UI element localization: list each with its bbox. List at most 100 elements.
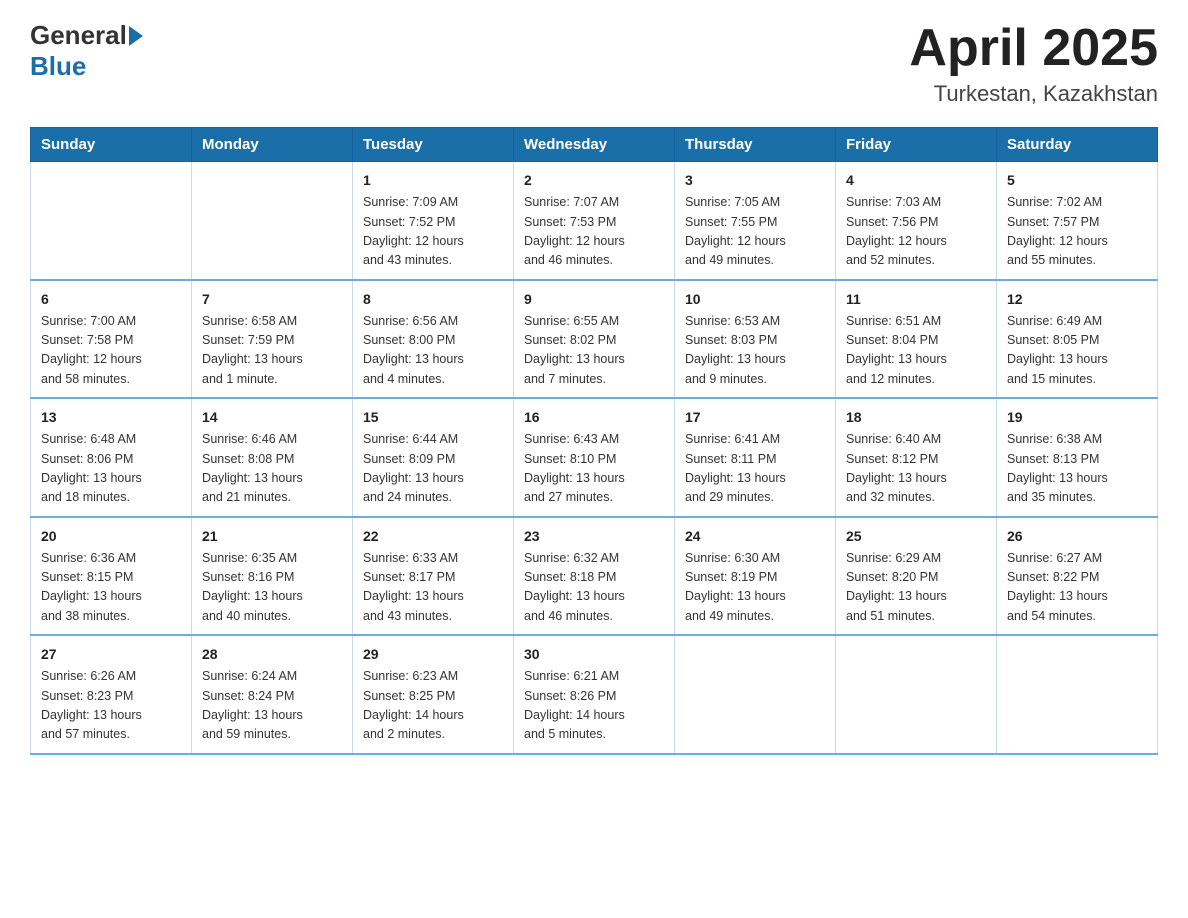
table-row: 27Sunrise: 6:26 AM Sunset: 8:23 PM Dayli… — [31, 635, 192, 754]
table-row: 19Sunrise: 6:38 AM Sunset: 8:13 PM Dayli… — [997, 398, 1158, 517]
logo: General Blue — [30, 20, 145, 82]
table-row: 18Sunrise: 6:40 AM Sunset: 8:12 PM Dayli… — [836, 398, 997, 517]
day-info: Sunrise: 6:26 AM Sunset: 8:23 PM Dayligh… — [41, 667, 181, 745]
day-info: Sunrise: 6:41 AM Sunset: 8:11 PM Dayligh… — [685, 430, 825, 508]
table-row: 15Sunrise: 6:44 AM Sunset: 8:09 PM Dayli… — [353, 398, 514, 517]
day-info: Sunrise: 7:09 AM Sunset: 7:52 PM Dayligh… — [363, 193, 503, 271]
table-row — [997, 635, 1158, 754]
day-info: Sunrise: 6:40 AM Sunset: 8:12 PM Dayligh… — [846, 430, 986, 508]
day-number: 16 — [524, 407, 664, 428]
table-row: 10Sunrise: 6:53 AM Sunset: 8:03 PM Dayli… — [675, 280, 836, 399]
day-info: Sunrise: 6:30 AM Sunset: 8:19 PM Dayligh… — [685, 549, 825, 627]
logo-blue-text: Blue — [30, 51, 86, 81]
day-number: 14 — [202, 407, 342, 428]
calendar-week-row: 6Sunrise: 7:00 AM Sunset: 7:58 PM Daylig… — [31, 280, 1158, 399]
col-monday: Monday — [192, 128, 353, 162]
day-info: Sunrise: 7:07 AM Sunset: 7:53 PM Dayligh… — [524, 193, 664, 271]
table-row: 3Sunrise: 7:05 AM Sunset: 7:55 PM Daylig… — [675, 162, 836, 280]
day-number: 28 — [202, 644, 342, 665]
day-info: Sunrise: 6:43 AM Sunset: 8:10 PM Dayligh… — [524, 430, 664, 508]
day-info: Sunrise: 6:53 AM Sunset: 8:03 PM Dayligh… — [685, 312, 825, 390]
weekday-header-row: Sunday Monday Tuesday Wednesday Thursday… — [31, 128, 1158, 162]
table-row: 12Sunrise: 6:49 AM Sunset: 8:05 PM Dayli… — [997, 280, 1158, 399]
day-number: 27 — [41, 644, 181, 665]
table-row: 23Sunrise: 6:32 AM Sunset: 8:18 PM Dayli… — [514, 517, 675, 636]
day-number: 24 — [685, 526, 825, 547]
day-info: Sunrise: 6:58 AM Sunset: 7:59 PM Dayligh… — [202, 312, 342, 390]
calendar-week-row: 20Sunrise: 6:36 AM Sunset: 8:15 PM Dayli… — [31, 517, 1158, 636]
day-number: 17 — [685, 407, 825, 428]
day-number: 26 — [1007, 526, 1147, 547]
day-info: Sunrise: 6:29 AM Sunset: 8:20 PM Dayligh… — [846, 549, 986, 627]
day-info: Sunrise: 6:24 AM Sunset: 8:24 PM Dayligh… — [202, 667, 342, 745]
day-number: 4 — [846, 170, 986, 191]
day-info: Sunrise: 6:55 AM Sunset: 8:02 PM Dayligh… — [524, 312, 664, 390]
day-number: 20 — [41, 526, 181, 547]
day-info: Sunrise: 6:44 AM Sunset: 8:09 PM Dayligh… — [363, 430, 503, 508]
table-row: 8Sunrise: 6:56 AM Sunset: 8:00 PM Daylig… — [353, 280, 514, 399]
table-row: 28Sunrise: 6:24 AM Sunset: 8:24 PM Dayli… — [192, 635, 353, 754]
table-row: 25Sunrise: 6:29 AM Sunset: 8:20 PM Dayli… — [836, 517, 997, 636]
day-number: 23 — [524, 526, 664, 547]
day-info: Sunrise: 6:48 AM Sunset: 8:06 PM Dayligh… — [41, 430, 181, 508]
day-info: Sunrise: 6:35 AM Sunset: 8:16 PM Dayligh… — [202, 549, 342, 627]
table-row: 5Sunrise: 7:02 AM Sunset: 7:57 PM Daylig… — [997, 162, 1158, 280]
day-number: 19 — [1007, 407, 1147, 428]
table-row: 29Sunrise: 6:23 AM Sunset: 8:25 PM Dayli… — [353, 635, 514, 754]
col-wednesday: Wednesday — [514, 128, 675, 162]
day-info: Sunrise: 7:03 AM Sunset: 7:56 PM Dayligh… — [846, 193, 986, 271]
day-info: Sunrise: 6:49 AM Sunset: 8:05 PM Dayligh… — [1007, 312, 1147, 390]
day-info: Sunrise: 6:36 AM Sunset: 8:15 PM Dayligh… — [41, 549, 181, 627]
day-info: Sunrise: 6:23 AM Sunset: 8:25 PM Dayligh… — [363, 667, 503, 745]
day-number: 13 — [41, 407, 181, 428]
table-row — [192, 162, 353, 280]
day-number: 25 — [846, 526, 986, 547]
page-header: General Blue April 2025 Turkestan, Kazak… — [30, 20, 1158, 107]
logo-triangle-icon — [129, 26, 143, 46]
table-row — [31, 162, 192, 280]
day-info: Sunrise: 6:46 AM Sunset: 8:08 PM Dayligh… — [202, 430, 342, 508]
table-row: 24Sunrise: 6:30 AM Sunset: 8:19 PM Dayli… — [675, 517, 836, 636]
logo-general-text: General — [30, 20, 127, 51]
day-number: 30 — [524, 644, 664, 665]
day-number: 15 — [363, 407, 503, 428]
table-row: 14Sunrise: 6:46 AM Sunset: 8:08 PM Dayli… — [192, 398, 353, 517]
table-row: 6Sunrise: 7:00 AM Sunset: 7:58 PM Daylig… — [31, 280, 192, 399]
table-row — [675, 635, 836, 754]
table-row: 2Sunrise: 7:07 AM Sunset: 7:53 PM Daylig… — [514, 162, 675, 280]
col-sunday: Sunday — [31, 128, 192, 162]
calendar-week-row: 27Sunrise: 6:26 AM Sunset: 8:23 PM Dayli… — [31, 635, 1158, 754]
col-friday: Friday — [836, 128, 997, 162]
day-info: Sunrise: 6:32 AM Sunset: 8:18 PM Dayligh… — [524, 549, 664, 627]
day-info: Sunrise: 6:27 AM Sunset: 8:22 PM Dayligh… — [1007, 549, 1147, 627]
day-number: 1 — [363, 170, 503, 191]
table-row: 20Sunrise: 6:36 AM Sunset: 8:15 PM Dayli… — [31, 517, 192, 636]
day-number: 8 — [363, 289, 503, 310]
day-number: 21 — [202, 526, 342, 547]
title-block: April 2025 Turkestan, Kazakhstan — [909, 20, 1158, 107]
day-number: 18 — [846, 407, 986, 428]
table-row: 30Sunrise: 6:21 AM Sunset: 8:26 PM Dayli… — [514, 635, 675, 754]
day-number: 22 — [363, 526, 503, 547]
day-number: 12 — [1007, 289, 1147, 310]
day-info: Sunrise: 7:02 AM Sunset: 7:57 PM Dayligh… — [1007, 193, 1147, 271]
day-info: Sunrise: 6:21 AM Sunset: 8:26 PM Dayligh… — [524, 667, 664, 745]
day-number: 3 — [685, 170, 825, 191]
day-number: 29 — [363, 644, 503, 665]
day-number: 6 — [41, 289, 181, 310]
col-saturday: Saturday — [997, 128, 1158, 162]
table-row: 7Sunrise: 6:58 AM Sunset: 7:59 PM Daylig… — [192, 280, 353, 399]
day-info: Sunrise: 6:38 AM Sunset: 8:13 PM Dayligh… — [1007, 430, 1147, 508]
calendar-week-row: 1Sunrise: 7:09 AM Sunset: 7:52 PM Daylig… — [31, 162, 1158, 280]
day-number: 2 — [524, 170, 664, 191]
table-row: 9Sunrise: 6:55 AM Sunset: 8:02 PM Daylig… — [514, 280, 675, 399]
day-info: Sunrise: 6:56 AM Sunset: 8:00 PM Dayligh… — [363, 312, 503, 390]
day-number: 11 — [846, 289, 986, 310]
table-row: 1Sunrise: 7:09 AM Sunset: 7:52 PM Daylig… — [353, 162, 514, 280]
calendar-week-row: 13Sunrise: 6:48 AM Sunset: 8:06 PM Dayli… — [31, 398, 1158, 517]
table-row: 16Sunrise: 6:43 AM Sunset: 8:10 PM Dayli… — [514, 398, 675, 517]
page-title: April 2025 — [909, 20, 1158, 77]
table-row: 17Sunrise: 6:41 AM Sunset: 8:11 PM Dayli… — [675, 398, 836, 517]
col-thursday: Thursday — [675, 128, 836, 162]
table-row: 26Sunrise: 6:27 AM Sunset: 8:22 PM Dayli… — [997, 517, 1158, 636]
